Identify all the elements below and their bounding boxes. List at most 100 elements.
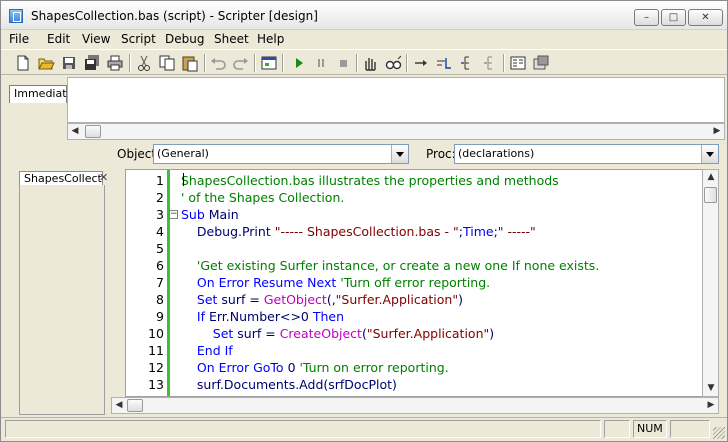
close-icon: ✕	[701, 12, 710, 23]
scroll-up-icon[interactable]: ▲	[704, 170, 718, 185]
code-token: Set	[181, 292, 222, 307]
code-token: surf.Documents.Add(srfDocPlot)	[181, 377, 397, 392]
menu-help[interactable]: Help	[257, 32, 284, 46]
pause-icon[interactable]	[311, 53, 331, 73]
maximize-icon: □	[668, 12, 679, 23]
immediate-tab[interactable]: Immediate	[9, 85, 73, 103]
undo-icon[interactable]	[208, 53, 228, 73]
code-token: On	[181, 275, 219, 290]
toggle-breakpoint-icon[interactable]	[480, 53, 500, 73]
scroll-left-icon[interactable]: ◀	[112, 398, 126, 413]
line-number: 12	[148, 360, 164, 375]
menu-script[interactable]: Script	[121, 32, 156, 46]
code-token: Error	[218, 360, 250, 375]
resize-grip-icon[interactable]	[713, 427, 725, 439]
line-number: 10	[148, 326, 164, 341]
chevron-down-icon[interactable]	[391, 145, 408, 163]
run-icon[interactable]	[289, 53, 309, 73]
redo-icon[interactable]	[231, 53, 251, 73]
dialog-editor-icon[interactable]	[259, 53, 279, 73]
stop-icon[interactable]	[333, 53, 353, 73]
code-text: If Err.Number<>0 Then	[181, 308, 344, 325]
code-line[interactable]: 13 surf.Documents.Add(srfDocPlot)	[126, 376, 718, 393]
code-token: Time	[462, 224, 494, 239]
references-icon[interactable]	[531, 53, 551, 73]
close-tab-icon[interactable]: ✕	[99, 171, 109, 184]
step-out-icon[interactable]	[457, 53, 477, 73]
code-line[interactable]: 7 On Error Resume Next 'Turn off error r…	[126, 274, 718, 291]
cut-icon[interactable]	[134, 53, 154, 73]
proc-dropdown[interactable]: (declarations)	[454, 144, 719, 164]
code-line[interactable]: 1 ShapesCollection.bas illustrates the pr…	[126, 172, 718, 189]
hand-icon[interactable]	[360, 53, 380, 73]
editor-vertical-scrollbar[interactable]: ▲ ▼	[702, 169, 719, 397]
scroll-left-icon[interactable]: ◀	[68, 124, 82, 139]
code-token: ' of the Shapes Collection.	[181, 190, 345, 205]
menu-bar: File Edit View Script Debug Sheet Help	[1, 30, 727, 48]
menu-view[interactable]: View	[82, 32, 110, 46]
line-number: 7	[156, 275, 164, 290]
immediate-input[interactable]	[67, 77, 725, 123]
immediate-horizontal-scrollbar[interactable]: ◀ ▶	[67, 123, 725, 140]
status-panel-scroll	[670, 420, 710, 438]
line-number: 3	[156, 207, 164, 222]
copy-icon[interactable]	[157, 53, 177, 73]
scroll-right-icon[interactable]: ▶	[710, 124, 724, 139]
object-dropdown[interactable]: (General)	[153, 144, 409, 164]
code-text: Set surf = GetObject(,"Surfer.Applicatio…	[181, 291, 463, 308]
code-line[interactable]: 5	[126, 240, 718, 257]
close-button[interactable]: ✕	[688, 9, 723, 26]
toolbar-separator	[254, 54, 256, 72]
code-line[interactable]: 6 'Get existing Surfer instance, or crea…	[126, 257, 718, 274]
step-over-icon[interactable]	[434, 53, 454, 73]
minimize-icon: –	[644, 12, 649, 23]
quick-watch-icon[interactable]	[383, 53, 403, 73]
new-icon[interactable]	[13, 53, 33, 73]
code-token: "Surfer.Application"	[366, 326, 490, 341]
paste-icon[interactable]	[180, 53, 200, 73]
scroll-thumb[interactable]	[704, 187, 717, 203]
menu-edit[interactable]: Edit	[47, 32, 70, 46]
code-token: )	[489, 326, 495, 341]
scroll-down-icon[interactable]: ▼	[704, 381, 718, 396]
print-icon[interactable]	[105, 53, 125, 73]
step-into-icon[interactable]	[411, 53, 431, 73]
code-line[interactable]: 3− Sub Main	[126, 206, 718, 223]
menu-sheet[interactable]: Sheet	[214, 32, 249, 46]
line-number: 11	[148, 343, 164, 358]
scroll-thumb[interactable]	[85, 125, 101, 138]
open-icon[interactable]	[36, 53, 56, 73]
scroll-right-icon[interactable]: ▶	[704, 398, 718, 413]
scroll-thumb[interactable]	[127, 399, 143, 412]
toolbar-separator	[129, 54, 131, 72]
toolbar-separator	[204, 54, 206, 72]
code-text: ' of the Shapes Collection.	[181, 189, 344, 206]
chevron-down-icon[interactable]	[701, 145, 718, 163]
code-token: GetObject	[263, 292, 327, 307]
menu-debug[interactable]: Debug	[165, 32, 204, 46]
code-line[interactable]: 11 End If	[126, 342, 718, 359]
code-line[interactable]: 8 Set surf = GetObject(,"Surfer.Applicat…	[126, 291, 718, 308]
save-icon[interactable]	[59, 53, 79, 73]
menu-file[interactable]: File	[9, 32, 29, 46]
code-line[interactable]: 2 ' of the Shapes Collection.	[126, 189, 718, 206]
save-all-icon[interactable]	[82, 53, 102, 73]
code-line[interactable]: 10 Set surf = CreateObject("Surfer.Appli…	[126, 325, 718, 342]
code-line[interactable]: 4 Debug.Print "----- ShapesCollection.ba…	[126, 223, 718, 240]
object-browser-icon[interactable]	[508, 53, 528, 73]
maximize-button[interactable]: □	[661, 9, 686, 26]
minimize-button[interactable]: –	[634, 9, 659, 26]
code-line[interactable]: 9 If Err.Number<>0 Then	[126, 308, 718, 325]
code-token: surf =	[237, 326, 280, 341]
scripter-app-icon[interactable]	[9, 9, 23, 23]
code-token: Sub	[181, 207, 205, 222]
code-token: 'Turn on error reporting.	[299, 360, 449, 375]
file-tab-shapescollection[interactable]: ShapesCollection.bas	[19, 171, 103, 186]
title-bar[interactable]: ShapesCollection.bas (script) - Scripter…	[1, 1, 727, 30]
code-editor[interactable]: 1 ShapesCollection.bas illustrates the pr…	[125, 169, 719, 397]
proc-label: Proc:	[426, 147, 456, 161]
code-line[interactable]: 12 On Error GoTo 0 'Turn on error report…	[126, 359, 718, 376]
editor-horizontal-scrollbar[interactable]: ◀ ▶	[111, 397, 719, 414]
code-token: Err.Number<>0	[208, 309, 313, 324]
fold-toggle-icon[interactable]: −	[169, 210, 178, 219]
